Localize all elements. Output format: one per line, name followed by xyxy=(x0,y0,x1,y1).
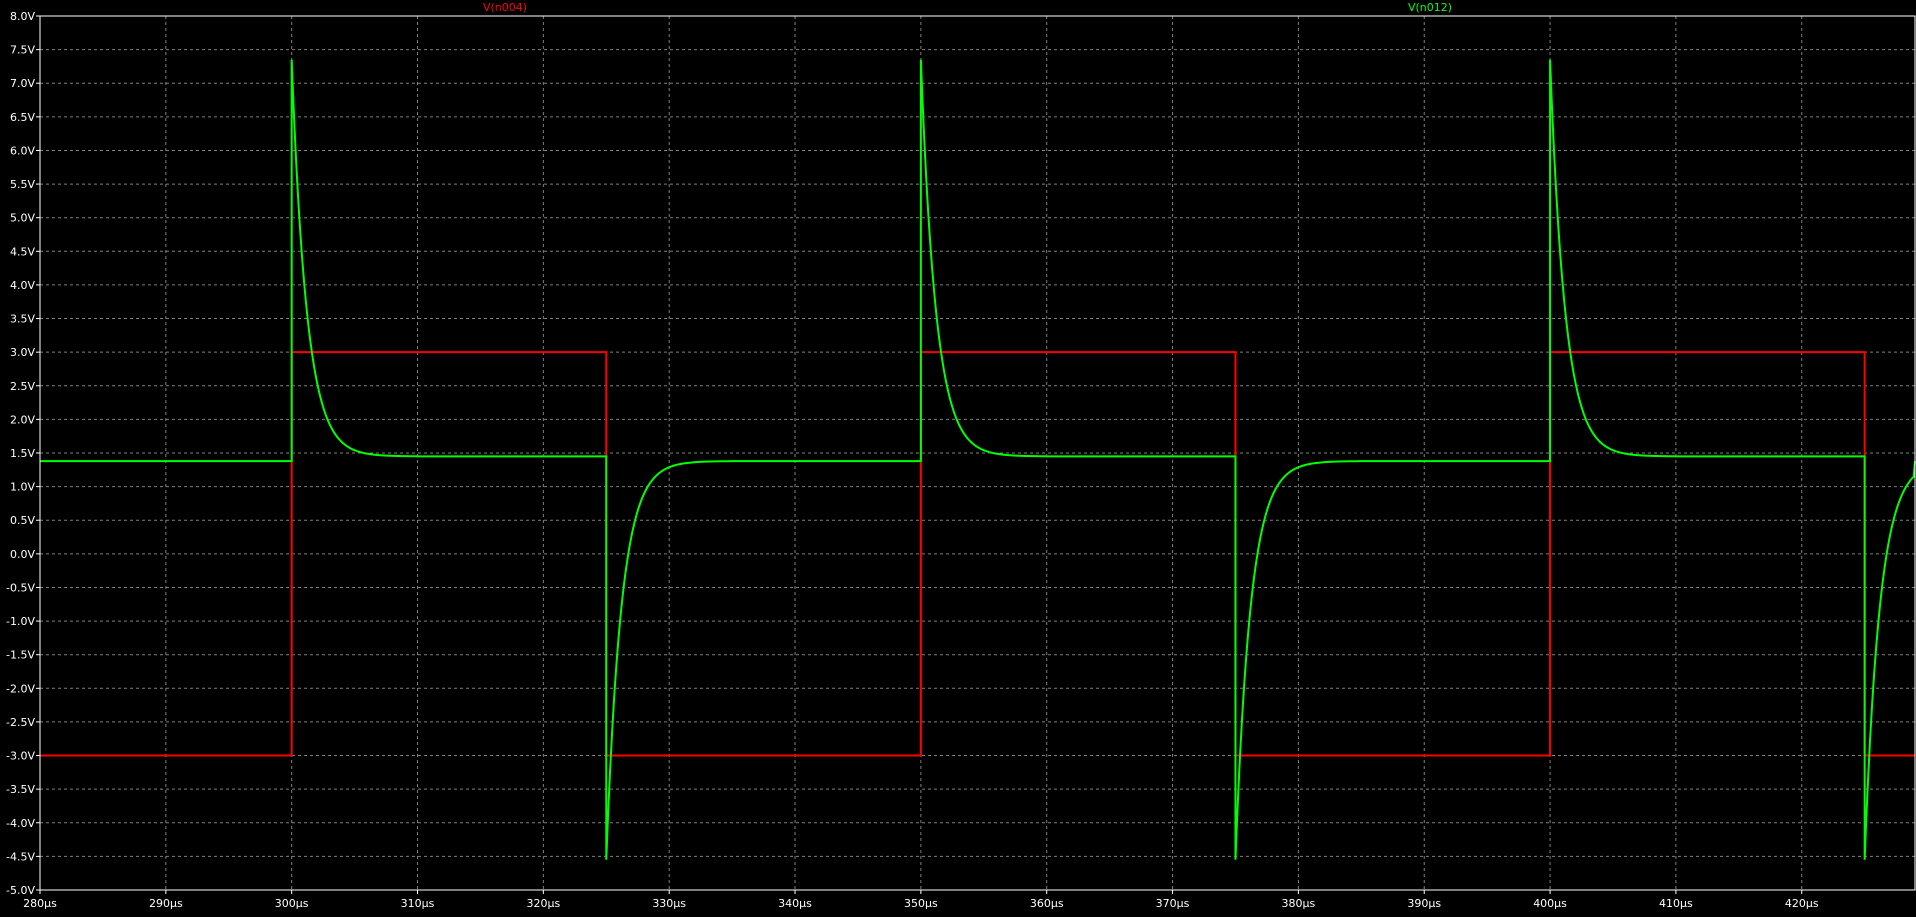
x-tick-label: 330µs xyxy=(652,897,686,910)
x-tick-label: 360µs xyxy=(1030,897,1064,910)
y-tick-label: 6.5V xyxy=(10,111,35,124)
y-tick-label: -5.0V xyxy=(6,884,35,897)
x-tick-label: 370µs xyxy=(1156,897,1190,910)
waveform-plot: 8.0V 7.5V 7.0V 6.5V 6.0V 5.5V 5.0V 4.5V 4.0V 3.5V… xyxy=(0,0,1916,917)
y-tick-label: 0.5V xyxy=(10,514,35,527)
y-tick-label: 1.0V xyxy=(10,481,35,494)
legend-label-v-n004[interactable]: V(n004) xyxy=(483,1,527,14)
y-tick-label: 7.0V xyxy=(10,77,35,90)
y-tick-label: -4.0V xyxy=(6,817,35,830)
x-tick-label: 420µs xyxy=(1785,897,1819,910)
legend-label-v-n012[interactable]: V(n012) xyxy=(1408,1,1452,14)
x-tick-label: 290µs xyxy=(149,897,183,910)
y-tick-label: 7.5V xyxy=(10,44,35,57)
y-tick-label: 2.0V xyxy=(10,413,35,426)
x-tick-label: 340µs xyxy=(778,897,812,910)
x-tick-label: 390µs xyxy=(1407,897,1441,910)
y-tick-label: -1.5V xyxy=(6,649,35,662)
x-tick-label: 280µs xyxy=(23,897,57,910)
y-tick-label: -3.0V xyxy=(6,750,35,763)
y-tick-label: 4.5V xyxy=(10,245,35,258)
y-tick-label: 2.5V xyxy=(10,380,35,393)
y-tick-label: 8.0V xyxy=(10,10,35,23)
y-tick-label: -2.0V xyxy=(6,682,35,695)
y-tick-label: -3.5V xyxy=(6,783,35,796)
plot-background xyxy=(0,0,1916,917)
x-tick-label: 350µs xyxy=(904,897,938,910)
y-tick-label: 1.5V xyxy=(10,447,35,460)
x-tick-label: 320µs xyxy=(526,897,560,910)
y-tick-label: -2.5V xyxy=(6,716,35,729)
x-tick-label: 300µs xyxy=(275,897,309,910)
y-tick-label: 6.0V xyxy=(10,144,35,157)
y-tick-label: 5.5V xyxy=(10,178,35,191)
x-tick-label: 310µs xyxy=(401,897,435,910)
y-tick-label: 5.0V xyxy=(10,212,35,225)
y-tick-label: -4.5V xyxy=(6,850,35,863)
y-tick-label: 3.0V xyxy=(10,346,35,359)
y-tick-label: -0.5V xyxy=(6,581,35,594)
y-tick-label: -1.0V xyxy=(6,615,35,628)
x-tick-label: 410µs xyxy=(1659,897,1693,910)
x-tick-label: 400µs xyxy=(1533,897,1567,910)
y-tick-label: 4.0V xyxy=(10,279,35,292)
y-tick-label: 3.5V xyxy=(10,313,35,326)
y-tick-label: 0.0V xyxy=(10,548,35,561)
x-tick-label: 380µs xyxy=(1282,897,1316,910)
